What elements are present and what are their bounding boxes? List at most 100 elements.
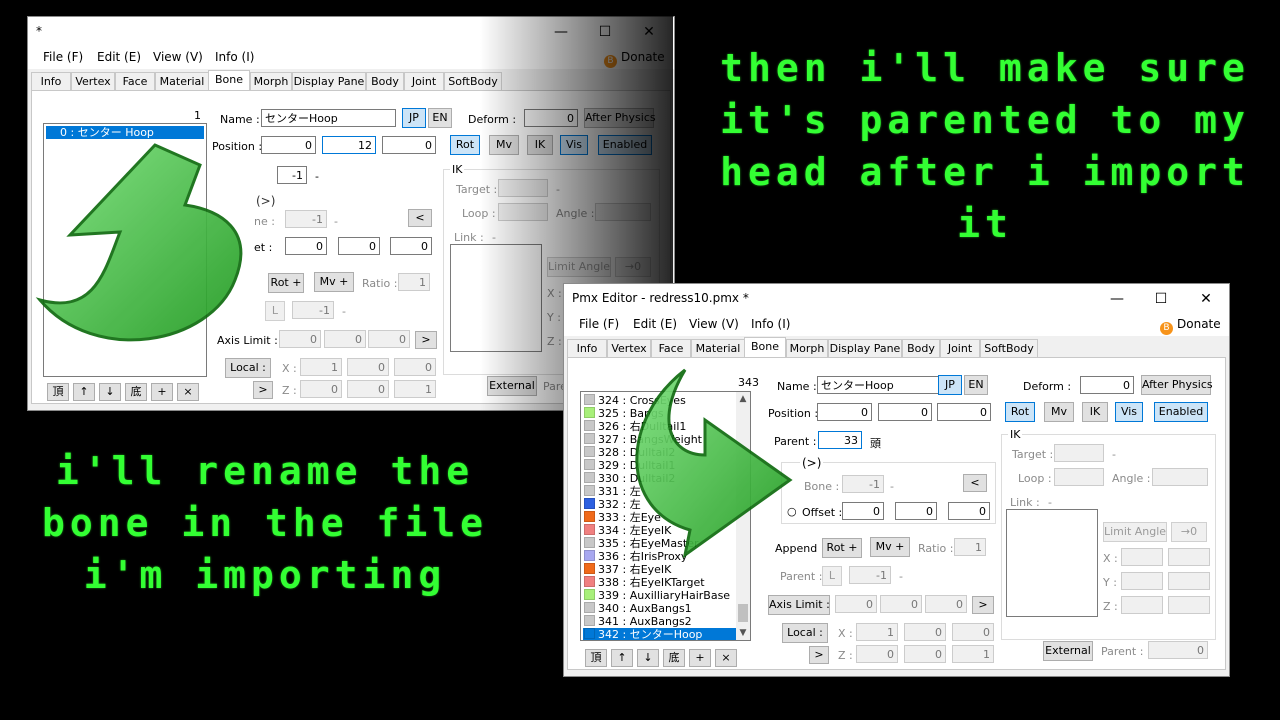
tab-face[interactable]: Face	[651, 339, 691, 358]
external-button[interactable]: External	[487, 376, 537, 396]
local-x1-input[interactable]: 1	[856, 623, 898, 641]
tab-info[interactable]: Info	[567, 339, 607, 358]
tab-vertex[interactable]: Vertex	[607, 339, 651, 358]
tab-morph[interactable]: Morph	[786, 339, 828, 358]
axis-limit-button[interactable]: Axis Limit :	[768, 595, 830, 615]
move-up-button[interactable]: ↑	[611, 649, 633, 667]
maximize-button[interactable]: ☐	[590, 21, 620, 43]
list-item[interactable]: 0 : センター Hoop	[46, 126, 204, 139]
position-x-input[interactable]: 0	[817, 403, 872, 421]
scroll-down-icon[interactable]: ▼	[736, 626, 750, 640]
enabled-toggle[interactable]: Enabled	[1154, 402, 1208, 422]
tab-joint[interactable]: Joint	[940, 339, 980, 358]
add-bone-button[interactable]: +	[151, 383, 173, 401]
axis-limit-z-input[interactable]: 0	[368, 330, 410, 348]
move-down-button[interactable]: ↓	[637, 649, 659, 667]
external-button[interactable]: External	[1043, 641, 1093, 661]
local-z2-input[interactable]: 0	[904, 645, 946, 663]
ik-target-input[interactable]	[1054, 444, 1104, 462]
move-top-button[interactable]: 頂	[47, 383, 69, 401]
list-item[interactable]: 340 : AuxBangs1	[583, 602, 736, 615]
list-item[interactable]: 341 : AuxBangs2	[583, 615, 736, 628]
local-z1-input[interactable]: 0	[300, 380, 342, 398]
move-bottom-button[interactable]: 底	[663, 649, 685, 667]
menu-file[interactable]: File (F)	[579, 317, 619, 331]
ik-link-list[interactable]	[450, 244, 542, 352]
limit-angle-button[interactable]: Limit Angle	[547, 257, 611, 277]
maximize-button[interactable]: ☐	[1146, 288, 1176, 310]
menu-info[interactable]: Info (I)	[215, 50, 254, 64]
limit-angle-button[interactable]: Limit Angle	[1103, 522, 1167, 542]
en-toggle[interactable]: EN	[964, 375, 988, 395]
scroll-thumb[interactable]	[738, 604, 748, 622]
ratio-input[interactable]: 1	[398, 273, 430, 291]
local-x1-input[interactable]: 1	[300, 358, 342, 376]
bone-name-input[interactable]: センターHoop	[817, 376, 949, 394]
mv-toggle[interactable]: Mv	[489, 135, 519, 155]
after-physics-button[interactable]: After Physics	[584, 108, 656, 128]
list-item[interactable]: 339 : AuxilliaryHairBase	[583, 589, 736, 602]
ik-angle-input[interactable]	[1152, 468, 1208, 486]
local-axis-button[interactable]: Local :	[782, 623, 828, 643]
axis-limit-fwd-button[interactable]: >	[415, 331, 437, 349]
offset-z-input[interactable]: 0	[948, 502, 990, 520]
axis-limit-x-input[interactable]: 0	[279, 330, 321, 348]
tab-joint[interactable]: Joint	[404, 72, 444, 91]
tab-morph[interactable]: Morph	[250, 72, 292, 91]
local-z1-input[interactable]: 0	[856, 645, 898, 663]
append-mv-button[interactable]: Mv +	[314, 272, 354, 292]
ik-toggle[interactable]: IK	[1082, 402, 1108, 422]
offset-x-input[interactable]: 0	[285, 237, 327, 255]
add-bone-button[interactable]: +	[689, 649, 711, 667]
append-parent-input[interactable]: -1	[292, 301, 334, 319]
tab-info[interactable]: Info	[31, 72, 71, 91]
append-parent-input[interactable]: -1	[849, 566, 891, 584]
tail-back-button[interactable]: <	[408, 209, 432, 227]
offset-y-input[interactable]: 0	[338, 237, 380, 255]
axis-limit-z-input[interactable]: 0	[925, 595, 967, 613]
menu-info[interactable]: Info (I)	[751, 317, 790, 331]
deform-input[interactable]: 0	[524, 109, 578, 127]
move-top-button[interactable]: 頂	[585, 649, 607, 667]
tab-softbody[interactable]: SoftBody	[980, 339, 1038, 358]
ik-link-list[interactable]	[1006, 509, 1098, 617]
position-z-input[interactable]: 0	[382, 136, 436, 154]
offset-y-input[interactable]: 0	[895, 502, 937, 520]
move-down-button[interactable]: ↓	[99, 383, 121, 401]
menu-edit[interactable]: Edit (E)	[97, 50, 141, 64]
rot-toggle[interactable]: Rot	[450, 135, 480, 155]
tab-display-pane[interactable]: Display Pane	[828, 339, 902, 358]
enabled-toggle[interactable]: Enabled	[598, 135, 652, 155]
vis-toggle[interactable]: Vis	[560, 135, 588, 155]
tab-display-pane[interactable]: Display Pane	[292, 72, 366, 91]
local-z3-input[interactable]: 1	[952, 645, 994, 663]
mv-toggle[interactable]: Mv	[1044, 402, 1074, 422]
offset-z-input[interactable]: 0	[390, 237, 432, 255]
tab-bone[interactable]: Bone	[744, 337, 786, 358]
to-zero-button[interactable]: →0	[615, 257, 651, 277]
list-item[interactable]: 338 : 右EyeIKTarget	[583, 576, 736, 589]
jp-toggle[interactable]: JP	[402, 108, 426, 128]
local-x2-input[interactable]: 0	[904, 623, 946, 641]
parent-input[interactable]: -1	[277, 166, 307, 184]
vis-toggle[interactable]: Vis	[1115, 402, 1143, 422]
rot-toggle[interactable]: Rot	[1005, 402, 1035, 422]
tab-material[interactable]: Material	[155, 72, 209, 91]
tail-bone-input[interactable]: -1	[842, 475, 884, 493]
axis-limit-y-input[interactable]: 0	[880, 595, 922, 613]
tail-bone-input[interactable]: -1	[285, 210, 327, 228]
ik-angle-input[interactable]	[595, 203, 651, 221]
parent-input[interactable]: 33	[818, 431, 862, 449]
axis-limit-x-input[interactable]: 0	[835, 595, 877, 613]
tail-back-button[interactable]: <	[963, 474, 987, 492]
donate-link[interactable]: B Donate	[1160, 317, 1221, 335]
position-z-input[interactable]: 0	[937, 403, 991, 421]
local-z3-input[interactable]: 1	[394, 380, 436, 398]
tab-face[interactable]: Face	[115, 72, 155, 91]
limit-y-min-input[interactable]	[1121, 572, 1163, 590]
move-up-button[interactable]: ↑	[73, 383, 95, 401]
tab-softbody[interactable]: SoftBody	[444, 72, 502, 91]
menu-view[interactable]: View (V)	[689, 317, 739, 331]
append-parent-button[interactable]: L	[822, 566, 842, 586]
close-button[interactable]: ✕	[1191, 288, 1221, 310]
